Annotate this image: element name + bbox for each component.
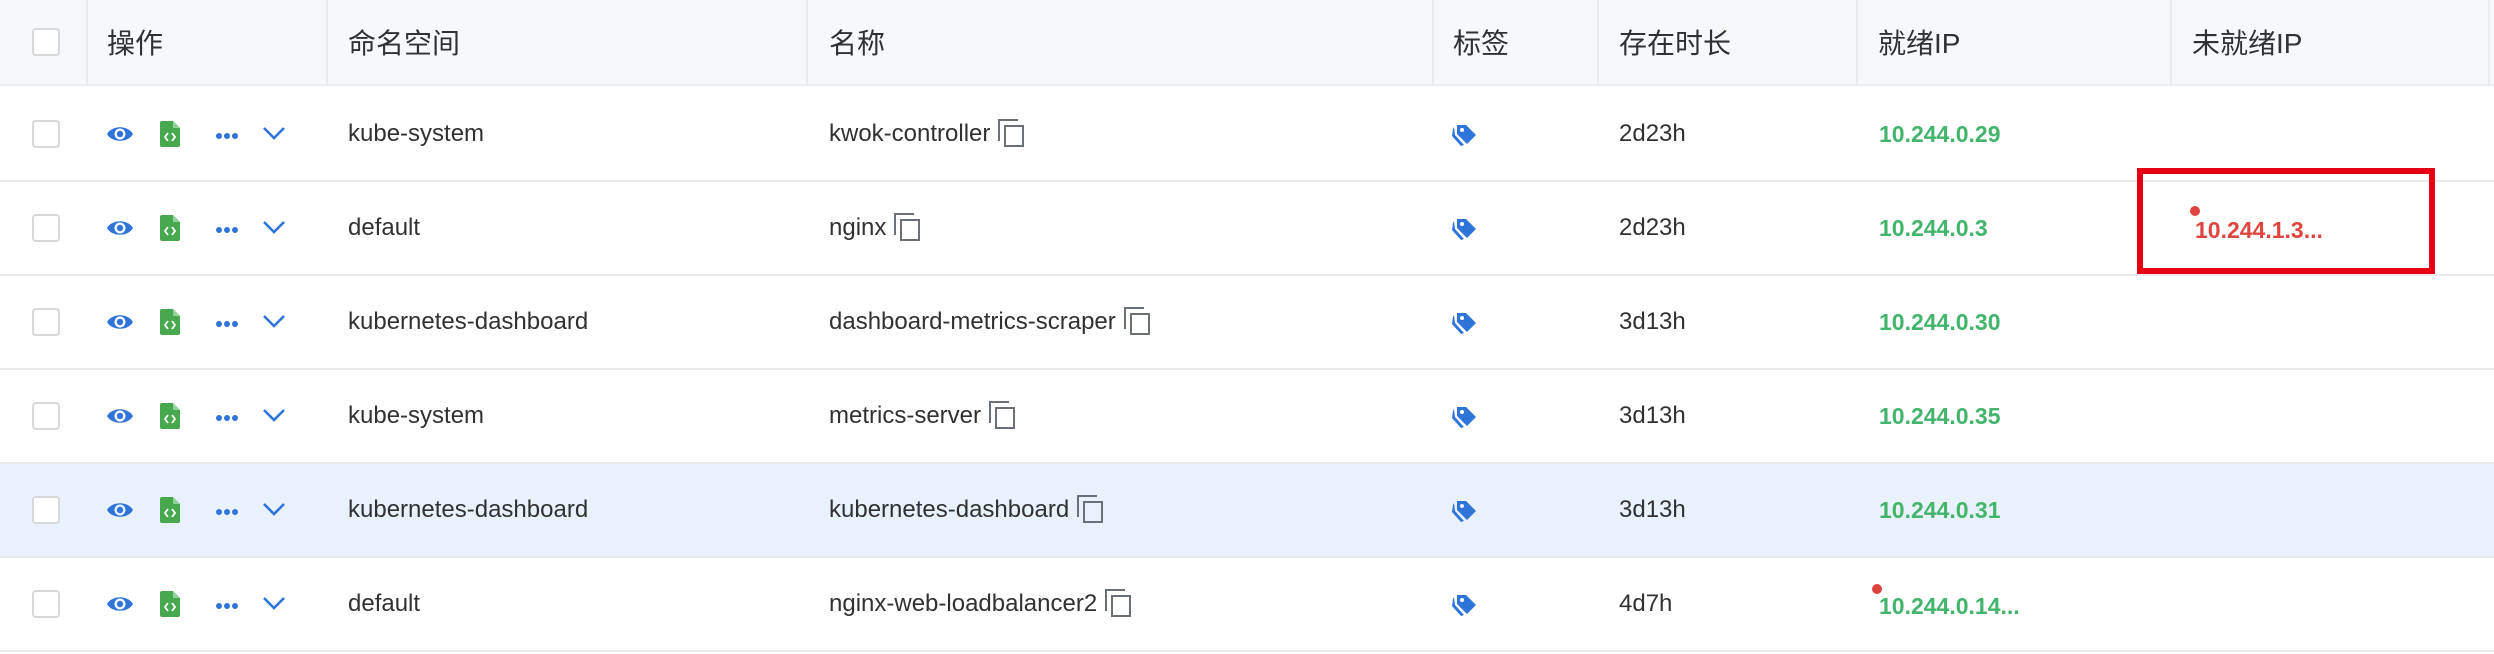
- table-row: kube-system metrics-server 3d13h 10.244.…: [0, 370, 2494, 464]
- chevron-down-icon[interactable]: [262, 596, 286, 610]
- ready-ip-cell[interactable]: 10.244.0.14...: [1879, 560, 2020, 652]
- row-checkbox[interactable]: [32, 308, 60, 336]
- table-row: kubernetes-dashboard dashboard-metrics-s…: [0, 276, 2494, 370]
- file-code-icon[interactable]: [160, 591, 180, 617]
- copy-icon[interactable]: [1123, 307, 1152, 337]
- table-row: kubernetes-dashboard kubernetes-dashboar…: [0, 464, 2494, 558]
- column-divider: [2170, 0, 2172, 86]
- tag-icon[interactable]: [1452, 406, 1480, 428]
- name-cell: nginx: [829, 182, 922, 274]
- name-cell: dashboard-metrics-scraper: [829, 276, 1152, 368]
- namespace-cell: default: [348, 214, 421, 241]
- namespace-cell: kubernetes-dashboard: [348, 496, 589, 523]
- eye-icon[interactable]: [106, 123, 134, 145]
- more-dots-icon[interactable]: [215, 132, 239, 140]
- pod-name[interactable]: kubernetes-dashboard: [829, 496, 1069, 524]
- tag-icon[interactable]: [1452, 124, 1480, 146]
- chevron-down-icon[interactable]: [262, 126, 286, 140]
- column-divider: [1856, 0, 1858, 86]
- file-code-icon[interactable]: [160, 403, 180, 429]
- age-cell: 3d13h: [1619, 308, 1686, 335]
- copy-icon[interactable]: [1105, 589, 1133, 619]
- more-dots-icon[interactable]: [215, 226, 239, 234]
- table-header: 操作 命名空间 名称 标签 存在时长 就绪IP 未就绪IP: [0, 0, 2494, 86]
- tag-icon[interactable]: [1452, 312, 1480, 334]
- ready-ip-cell: 10.244.0.3: [1879, 214, 1988, 241]
- namespace-cell: kubernetes-dashboard: [348, 308, 589, 335]
- eye-icon[interactable]: [106, 311, 134, 333]
- file-code-icon[interactable]: [160, 121, 180, 147]
- copy-icon[interactable]: [1077, 495, 1105, 525]
- annotation-highlight-box: [2137, 168, 2435, 274]
- pod-name[interactable]: dashboard-metrics-scraper: [829, 308, 1116, 336]
- eye-icon[interactable]: [106, 217, 134, 239]
- pod-name[interactable]: nginx-web-loadbalancer2: [829, 590, 1097, 618]
- age-cell: 3d13h: [1619, 402, 1686, 429]
- eye-icon[interactable]: [106, 405, 134, 427]
- pod-name[interactable]: metrics-server: [829, 402, 981, 430]
- eye-icon[interactable]: [106, 593, 134, 615]
- copy-icon[interactable]: [989, 401, 1017, 431]
- name-cell: metrics-server: [829, 370, 1017, 462]
- column-divider: [806, 0, 808, 86]
- age-cell: 3d13h: [1619, 496, 1686, 523]
- table-row: kube-system kwok-controller 2d23h 10.244…: [0, 88, 2494, 182]
- chevron-down-icon[interactable]: [262, 502, 286, 516]
- tag-icon[interactable]: [1452, 594, 1480, 616]
- row-checkbox[interactable]: [32, 120, 60, 148]
- chevron-down-icon[interactable]: [262, 314, 286, 328]
- name-cell: kubernetes-dashboard: [829, 464, 1105, 556]
- eye-icon[interactable]: [106, 499, 134, 521]
- table-row: default nginx 2d23h 10.244.0.3 10.244.1.…: [0, 182, 2494, 276]
- ready-ip-cell: 10.244.0.30: [1879, 308, 2001, 335]
- namespace-cell: kube-system: [348, 120, 485, 147]
- more-dots-icon[interactable]: [215, 508, 239, 516]
- pod-name[interactable]: nginx: [829, 214, 886, 242]
- table-row: default nginx-web-loadbalancer2 4d7h 10.…: [0, 558, 2494, 652]
- more-dots-icon[interactable]: [215, 320, 239, 328]
- header-namespace[interactable]: 命名空间: [348, 0, 460, 84]
- chevron-down-icon[interactable]: [262, 408, 286, 422]
- file-code-icon[interactable]: [160, 309, 180, 335]
- tag-icon[interactable]: [1452, 500, 1480, 522]
- select-all-checkbox[interactable]: [32, 28, 60, 56]
- header-action: 操作: [107, 28, 164, 59]
- tag-icon[interactable]: [1452, 218, 1480, 240]
- chevron-down-icon[interactable]: [262, 220, 286, 234]
- age-cell: 4d7h: [1619, 590, 1673, 617]
- header-name[interactable]: 名称: [829, 0, 885, 84]
- name-cell: nginx-web-loadbalancer2: [829, 558, 1133, 650]
- row-checkbox[interactable]: [32, 496, 60, 524]
- ready-ip-cell: 10.244.0.35: [1879, 402, 2001, 429]
- header-not-ready-ip: 未就绪IP: [2192, 28, 2303, 59]
- copy-icon[interactable]: [894, 213, 922, 243]
- column-divider: [2488, 0, 2490, 86]
- column-divider: [1432, 0, 1434, 86]
- ready-ip-cell: 10.244.0.29: [1879, 120, 2001, 147]
- age-cell: 2d23h: [1619, 214, 1686, 241]
- header-labels: 标签: [1453, 28, 1510, 59]
- copy-icon[interactable]: [998, 119, 1026, 149]
- pods-table: 操作 命名空间 名称 标签 存在时长 就绪IP 未就绪IP kube-syste…: [0, 0, 2494, 654]
- ready-ip-cell: 10.244.0.31: [1879, 496, 2001, 523]
- pod-name[interactable]: kwok-controller: [829, 120, 990, 148]
- column-divider: [326, 0, 328, 86]
- column-divider: [86, 0, 88, 86]
- row-checkbox[interactable]: [32, 402, 60, 430]
- namespace-cell: kube-system: [348, 402, 485, 429]
- file-code-icon[interactable]: [160, 215, 180, 241]
- age-cell: 2d23h: [1619, 120, 1686, 147]
- row-checkbox[interactable]: [32, 590, 60, 618]
- header-age[interactable]: 存在时长: [1619, 0, 1731, 84]
- name-cell: kwok-controller: [829, 88, 1026, 180]
- file-code-icon[interactable]: [160, 497, 180, 523]
- more-dots-icon[interactable]: [215, 602, 239, 610]
- row-checkbox[interactable]: [32, 214, 60, 242]
- more-dots-icon[interactable]: [215, 414, 239, 422]
- namespace-cell: default: [348, 590, 421, 617]
- column-divider: [1597, 0, 1599, 86]
- header-ready-ip: 就绪IP: [1878, 28, 1961, 59]
